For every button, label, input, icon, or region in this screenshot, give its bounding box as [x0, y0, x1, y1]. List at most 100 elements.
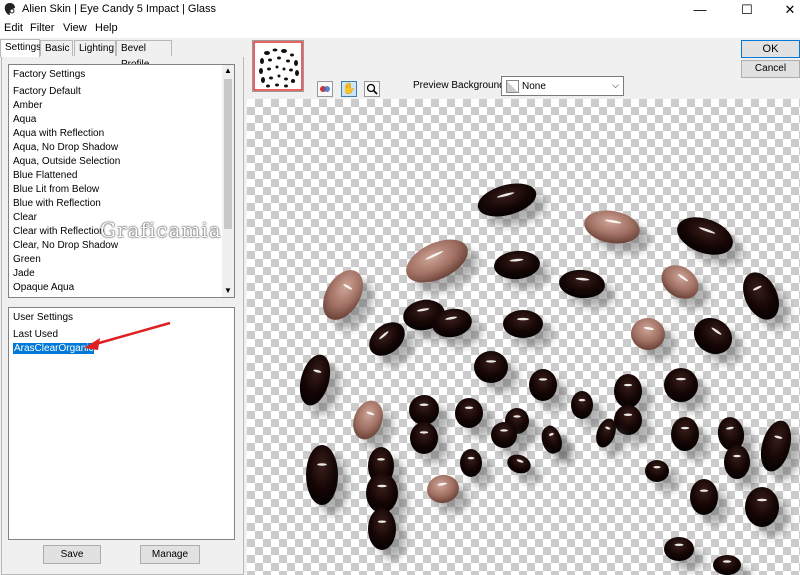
factory-item[interactable]: Aqua with Reflection [13, 128, 104, 139]
checker-swatch-icon [506, 80, 519, 93]
close-icon: ✕ [784, 2, 796, 17]
scroll-up-icon[interactable]: ▲ [222, 65, 234, 77]
factory-item[interactable]: Amber [13, 100, 42, 111]
watermark-logo: Graficamia [100, 218, 222, 242]
ok-button[interactable]: OK [741, 40, 800, 58]
preview-background-label: Preview Background: [413, 80, 508, 91]
factory-item[interactable]: Blue Flattened [13, 170, 78, 181]
bead-highlight [500, 429, 508, 432]
bead-highlight [674, 543, 684, 546]
glass-bead [455, 398, 483, 428]
zoom-tool-icon[interactable] [364, 81, 380, 97]
glass-bead [460, 449, 482, 477]
factory-scrollbar[interactable]: ▲ ▼ [222, 65, 234, 297]
close-button[interactable]: ✕ [770, 0, 800, 20]
bead-highlight [578, 398, 586, 402]
bead-highlight [722, 560, 732, 563]
factory-item[interactable]: Clear [13, 212, 37, 223]
bead-highlight [623, 383, 633, 387]
bead-highlight [513, 415, 521, 418]
bead-highlight [680, 426, 690, 430]
navigator-thumbnail[interactable] [252, 40, 304, 92]
preview-background-select[interactable]: None ⌵ [501, 76, 624, 96]
glass-bead [410, 422, 438, 454]
menu-view[interactable]: View [63, 22, 87, 34]
minimize-icon: — [693, 2, 707, 17]
glass-bead [664, 537, 694, 561]
glass-bead [571, 391, 593, 419]
tab-settings[interactable]: Settings [0, 39, 41, 57]
preview-canvas[interactable] [247, 99, 800, 575]
glass-bead [690, 479, 718, 515]
bead-highlight [467, 456, 475, 460]
scroll-thumb[interactable] [224, 79, 232, 229]
bead-highlight [675, 377, 687, 381]
hand-tool-icon[interactable]: ✋ [341, 81, 357, 97]
factory-item[interactable]: Opaque Aqua [13, 282, 74, 293]
factory-item[interactable]: Aqua, Outside Selection [13, 156, 120, 167]
glass-bead [306, 445, 338, 505]
factory-item[interactable]: Clear with Reflection [13, 226, 105, 237]
bead-highlight [756, 498, 768, 502]
menu-help[interactable]: Help [95, 22, 118, 34]
manage-button[interactable]: Manage [140, 545, 200, 564]
title-bar: Alien Skin | Eye Candy 5 Impact | Glass … [0, 0, 800, 20]
bead-highlight [623, 413, 633, 416]
glass-bead [645, 460, 669, 482]
menu-bar: Edit Filter View Help [0, 20, 800, 38]
cancel-button[interactable]: Cancel [741, 60, 800, 78]
user-item-last-used[interactable]: Last Used [13, 329, 58, 340]
factory-item[interactable]: Blue with Reflection [13, 198, 101, 209]
factory-item[interactable]: Factory Default [13, 86, 81, 97]
factory-item[interactable]: Green [13, 254, 41, 265]
glass-bead [474, 351, 508, 383]
maximize-icon: ☐ [741, 2, 753, 17]
factory-item[interactable]: Jade [13, 268, 35, 279]
menu-filter[interactable]: Filter [30, 22, 54, 34]
factory-item[interactable]: Blue Lit from Below [13, 184, 99, 195]
glass-bead [713, 555, 741, 575]
glass-bead [529, 369, 557, 401]
factory-settings-list[interactable]: Factory Settings Factory Default Amber Aqu… [8, 64, 235, 298]
glass-bead [368, 508, 396, 550]
save-button[interactable]: Save [43, 545, 101, 564]
factory-item[interactable]: Aqua [13, 114, 36, 125]
bead-highlight [699, 489, 709, 492]
factory-settings-header: Factory Settings [13, 69, 86, 80]
bead-highlight [485, 360, 497, 363]
thumbnail-preview-icon [253, 41, 303, 91]
bead-highlight [733, 454, 741, 458]
alien-skin-app-icon [4, 3, 15, 15]
glass-bead [614, 374, 642, 408]
bead-highlight [419, 431, 429, 434]
maximize-button[interactable]: ☐ [727, 0, 767, 20]
menu-edit[interactable]: Edit [4, 22, 23, 34]
glass-bead [664, 368, 698, 402]
chevron-down-icon: ⌵ [612, 80, 619, 90]
glass-bead [745, 487, 779, 527]
bead-highlight [538, 378, 548, 381]
scroll-down-icon[interactable]: ▼ [222, 285, 234, 297]
minimize-button[interactable]: — [680, 0, 720, 20]
glass-bead [503, 310, 543, 338]
glass-bead [409, 395, 439, 425]
bead-highlight [377, 520, 387, 523]
tab-bevel-profile[interactable]: Bevel Profile [116, 40, 172, 70]
factory-item[interactable]: Aqua, No Drop Shadow [13, 142, 118, 153]
preview-compare-icon[interactable] [317, 81, 333, 97]
bead-highlight [464, 406, 474, 409]
window-title: Alien Skin | Eye Candy 5 Impact | Glass [22, 3, 217, 15]
glass-bead [491, 422, 517, 448]
bead-highlight [419, 403, 429, 406]
bead-highlight [517, 317, 529, 321]
annotation-arrow [84, 321, 171, 350]
bead-highlight [653, 465, 661, 469]
bead-highlight [317, 463, 327, 466]
user-settings-header: User Settings [13, 312, 74, 323]
glass-bead [724, 445, 750, 479]
bead-highlight [377, 458, 385, 461]
tab-lighting[interactable]: Lighting [74, 40, 116, 56]
preview-background-value: None [522, 81, 546, 92]
glass-bead [366, 473, 398, 513]
tab-basic[interactable]: Basic [40, 40, 73, 56]
